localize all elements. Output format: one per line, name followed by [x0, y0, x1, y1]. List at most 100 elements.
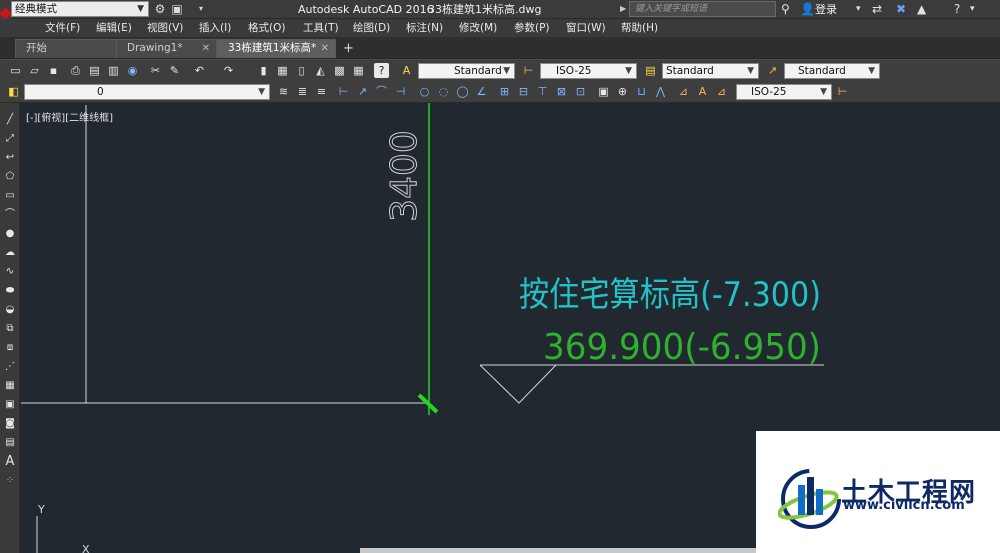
continue-dim-icon[interactable]: ⊤ — [535, 84, 550, 99]
multileader-style-icon[interactable]: ↗ — [765, 63, 780, 78]
close-icon[interactable]: ✕ — [321, 40, 329, 57]
help-icon[interactable]: ? — [954, 1, 960, 17]
new-file-icon[interactable]: ▭ — [8, 63, 23, 78]
new-tab-plus-icon[interactable]: + — [341, 41, 356, 56]
menu-file[interactable]: 文件(F) — [45, 19, 80, 37]
aligned-dim-icon[interactable]: ↗ — [355, 84, 370, 99]
menu-edit[interactable]: 编辑(E) — [96, 19, 132, 37]
multileader-style-select[interactable]: Standard ▼ — [784, 63, 880, 79]
search-input[interactable]: 键入关键字或短语 — [629, 1, 776, 17]
rectangle-icon[interactable]: ▭ — [3, 189, 17, 203]
menu-dimension[interactable]: 标注(N) — [406, 19, 443, 37]
help-dropdown-icon[interactable]: ▾ — [970, 1, 975, 17]
dim-space-icon[interactable]: ⊠ — [554, 84, 569, 99]
line-icon[interactable]: ╱ — [3, 113, 17, 127]
markup-icon[interactable]: ▩ — [332, 63, 347, 78]
multiline-text-icon[interactable]: A — [3, 455, 17, 469]
viewport-controls[interactable]: [-][俯视][二维线框] — [26, 109, 113, 124]
tab-current-drawing[interactable]: 33栋建筑1米标高* ✕ — [217, 39, 336, 58]
plot-preview-icon[interactable]: ▤ — [87, 63, 102, 78]
menu-window[interactable]: 窗口(W) — [566, 19, 606, 37]
menu-parametric[interactable]: 参数(P) — [514, 19, 550, 37]
linear-dim-icon[interactable]: ⊢ — [336, 84, 351, 99]
quick-access-dropdown-icon[interactable]: ▾ — [194, 2, 208, 16]
close-icon[interactable]: ✕ — [202, 40, 210, 57]
redo-icon[interactable]: ↷ — [221, 63, 236, 78]
quick-dim-icon[interactable]: ⊞ — [497, 84, 512, 99]
dim-edit-icon[interactable]: ⊿ — [676, 84, 691, 99]
angular-dim-icon[interactable]: ∠ — [474, 84, 489, 99]
tolerance-icon[interactable]: ▣ — [596, 84, 611, 99]
menu-draw[interactable]: 绘图(D) — [353, 19, 390, 37]
make-current-layer-icon[interactable]: ≋ — [276, 84, 291, 99]
menu-tools[interactable]: 工具(T) — [303, 19, 339, 37]
spline-icon[interactable]: ∿ — [3, 265, 17, 279]
ordinate-dim-icon[interactable]: ⊣ — [393, 84, 408, 99]
gear-icon[interactable]: ⚙ — [153, 2, 167, 16]
menu-modify[interactable]: 修改(M) — [459, 19, 497, 37]
insert-block-icon[interactable]: ⧉ — [3, 322, 17, 336]
publish-icon[interactable]: ▥ — [106, 63, 121, 78]
region-icon[interactable]: ◙ — [3, 417, 17, 431]
menu-insert[interactable]: 插入(I) — [199, 19, 231, 37]
sheet-set-icon[interactable]: ◭ — [313, 63, 328, 78]
table-style-select[interactable]: Standard ▼ — [662, 63, 759, 79]
hatch-icon[interactable]: ▦ — [3, 379, 17, 393]
center-mark-icon[interactable]: ⊕ — [615, 84, 630, 99]
point-icon[interactable]: ⋰ — [3, 360, 17, 374]
workspace-settings-icon[interactable]: ▣ — [170, 2, 184, 16]
circle-icon[interactable]: ● — [3, 227, 17, 241]
tab-start[interactable]: 开始 — [15, 39, 117, 58]
match-properties-icon[interactable]: ✎ — [167, 63, 182, 78]
baseline-dim-icon[interactable]: ⊟ — [516, 84, 531, 99]
radius-dim-icon[interactable]: ○ — [417, 84, 432, 99]
text-style-select[interactable]: Standard ▼ — [418, 63, 515, 79]
polygon-icon[interactable]: ⬠ — [3, 170, 17, 184]
arc-length-icon[interactable]: ⌒ — [374, 84, 389, 99]
diameter-dim-icon[interactable]: ◯ — [455, 84, 470, 99]
dim-style-select-row2[interactable]: ISO-25 ▼ — [736, 84, 832, 100]
print-icon[interactable]: ⎙ — [68, 63, 83, 78]
help-icon[interactable]: ? — [374, 63, 389, 78]
revision-cloud-icon[interactable]: ☁ — [3, 246, 17, 260]
make-block-icon[interactable]: ⧈ — [3, 341, 17, 355]
cut-icon[interactable]: ✂ — [148, 63, 163, 78]
layer-previous-icon[interactable]: ≣ — [295, 84, 310, 99]
properties-icon[interactable]: ▮ — [256, 63, 271, 78]
login-link[interactable]: 登录 — [815, 0, 837, 19]
search-expand-icon[interactable]: ▶ — [620, 1, 629, 17]
ellipse-arc-icon[interactable]: ◒ — [3, 303, 17, 317]
dim-style-manager-icon[interactable]: ⊢ — [835, 84, 850, 99]
table-icon[interactable]: ▤ — [3, 436, 17, 450]
calculator-icon[interactable]: ▦ — [351, 63, 366, 78]
dim-text-edit-icon[interactable]: A — [695, 84, 710, 99]
tab-drawing1[interactable]: Drawing1* ✕ — [116, 39, 217, 58]
add-selected-icon[interactable]: ⁘ — [3, 474, 17, 488]
inspect-icon[interactable]: ⊔ — [634, 84, 649, 99]
horizontal-scrollbar[interactable] — [360, 548, 756, 553]
jogged-linear-icon[interactable]: ⋀ — [653, 84, 668, 99]
tool-palettes-icon[interactable]: ▯ — [294, 63, 309, 78]
layer-select[interactable]: 0 ▼ — [24, 84, 270, 100]
polyline-icon[interactable]: ↩ — [3, 151, 17, 165]
save-icon[interactable]: ▪ — [46, 63, 61, 78]
user-icon[interactable]: 👤 — [800, 1, 815, 17]
dim-style-icon[interactable]: ⊢ — [521, 63, 536, 78]
a360-icon[interactable]: ⇄ — [872, 1, 882, 17]
dim-break-icon[interactable]: ⊡ — [573, 84, 588, 99]
login-dropdown-icon[interactable]: ▾ — [856, 1, 861, 17]
table-style-icon[interactable]: ▤ — [643, 63, 658, 78]
autodesk-icon[interactable]: ▲ — [917, 1, 926, 17]
workspace-select[interactable]: 经典模式 ▼ — [11, 1, 149, 17]
text-style-icon[interactable]: A — [399, 63, 414, 78]
undo-icon[interactable]: ↶ — [192, 63, 207, 78]
construction-line-icon[interactable]: ⤢ — [3, 132, 17, 146]
open-file-icon[interactable]: ▱ — [27, 63, 42, 78]
ellipse-icon[interactable]: ⬬ — [3, 284, 17, 298]
layer-properties-icon[interactable]: ◧ — [6, 84, 21, 99]
design-center-icon[interactable]: ▦ — [275, 63, 290, 78]
menu-view[interactable]: 视图(V) — [147, 19, 183, 37]
dim-update-icon[interactable]: ⊿ — [714, 84, 729, 99]
exchange-icon[interactable]: ✖ — [896, 1, 906, 17]
binoculars-icon[interactable]: ⚲ — [781, 1, 790, 17]
